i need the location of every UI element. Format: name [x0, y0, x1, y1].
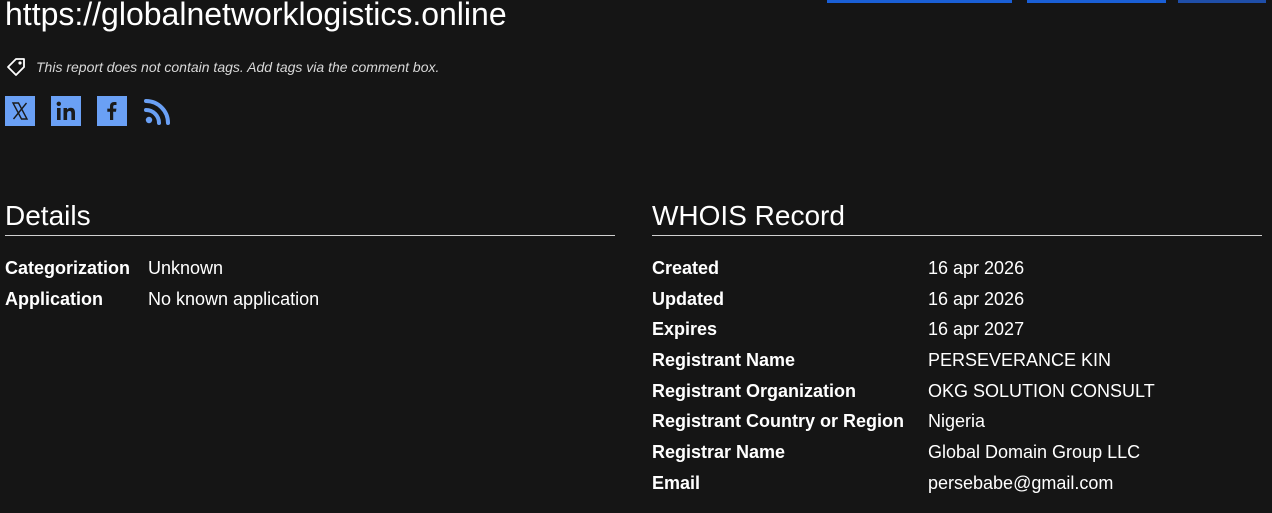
whois-key: Registrant Organization — [652, 380, 857, 401]
whois-value: 16 apr 2026 — [928, 257, 1025, 278]
whois-table: Created 16 apr 2026 Updated 16 apr 2026 … — [652, 253, 1155, 499]
page-title: https://globalnetworklogistics.online — [5, 0, 507, 32]
x-icon[interactable] — [5, 96, 35, 126]
tags-message: This report does not contain tags. Add t… — [36, 59, 440, 75]
whois-value: Global Domain Group LLC — [928, 441, 1141, 462]
table-row: Email persebabe@gmail.com — [652, 468, 1155, 499]
table-row: Categorization Unknown — [5, 253, 319, 284]
whois-key: Registrant Name — [652, 349, 796, 370]
whois-key: Email — [652, 472, 701, 493]
tags-notice: This report does not contain tags. Add t… — [5, 56, 439, 78]
whois-value: persebabe@gmail.com — [928, 472, 1114, 493]
whois-key: Registrar Name — [652, 441, 786, 462]
whois-key: Registrant Country or Region — [652, 411, 905, 432]
table-row: Registrant Organization OKG SOLUTION CON… — [652, 376, 1155, 407]
whois-value: PERSEVERANCE KIN — [928, 349, 1112, 370]
action-button-bar — [0, 0, 1272, 4]
linkedin-icon[interactable] — [51, 96, 81, 126]
details-key: Application — [5, 288, 103, 309]
details-table: Categorization Unknown Application No kn… — [5, 253, 319, 314]
details-heading: Details — [5, 200, 615, 236]
whois-heading: WHOIS Record — [652, 200, 1262, 236]
action-button-2[interactable] — [1027, 0, 1166, 3]
tag-icon — [5, 56, 27, 78]
table-row: Created 16 apr 2026 — [652, 253, 1155, 284]
table-row: Registrant Name PERSEVERANCE KIN — [652, 345, 1155, 376]
details-value: No known application — [148, 288, 320, 309]
facebook-icon[interactable] — [97, 96, 127, 126]
table-row: Expires 16 apr 2027 — [652, 314, 1155, 345]
whois-value: OKG SOLUTION CONSULT — [928, 380, 1155, 401]
whois-key: Created — [652, 257, 720, 278]
whois-value: Nigeria — [928, 411, 986, 432]
social-share-bar — [5, 96, 189, 126]
action-button-1[interactable] — [827, 0, 1012, 3]
table-row: Registrant Country or Region Nigeria — [652, 406, 1155, 437]
whois-key: Updated — [652, 288, 724, 309]
table-row: Updated 16 apr 2026 — [652, 284, 1155, 315]
report-page: https://globalnetworklogistics.online Th… — [0, 0, 1272, 513]
rss-icon[interactable] — [143, 96, 173, 126]
details-value: Unknown — [148, 257, 224, 278]
table-row: Application No known application — [5, 284, 319, 315]
details-key: Categorization — [5, 257, 131, 278]
whois-value: 16 apr 2027 — [928, 319, 1025, 340]
whois-key: Expires — [652, 319, 718, 340]
table-row: Registrar Name Global Domain Group LLC — [652, 437, 1155, 468]
whois-value: 16 apr 2026 — [928, 288, 1025, 309]
action-button-3[interactable] — [1178, 0, 1266, 3]
